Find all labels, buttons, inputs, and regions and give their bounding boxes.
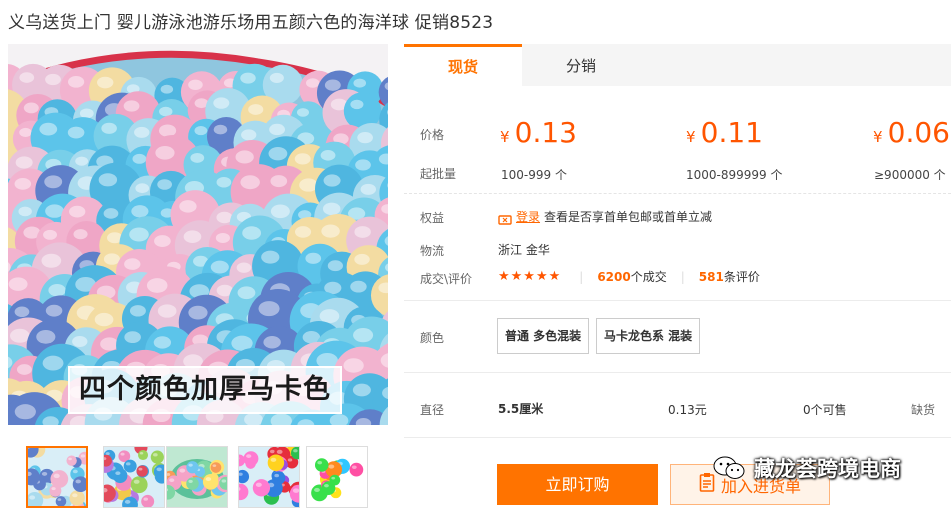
price-tier-3: ¥ 0.06 (873, 116, 950, 149)
divider (404, 300, 951, 301)
benefits-row: 登录 查看是否享首单包邮或首单立减 (498, 208, 712, 225)
watermark-text: 藏龙荟跨境电商 (754, 457, 901, 481)
spec-status: 缺货 (911, 403, 936, 417)
spec-label: 直径 (420, 403, 445, 417)
thumb-bright-balls[interactable] (238, 446, 300, 508)
coupon-icon (498, 211, 512, 225)
reviews-count[interactable]: 581 (699, 270, 724, 284)
thumb-neon-balls[interactable] (306, 446, 368, 508)
moq-label: 起批量 (420, 167, 457, 181)
thumb-ball-pool[interactable] (166, 446, 228, 508)
divider (404, 372, 951, 373)
price-value: 0.11 (700, 116, 763, 149)
deal-review-row: ★★★★★ | 6200 个成交 | 581 条评价 (498, 268, 760, 285)
price-label: 价格 (420, 128, 445, 142)
separator: | (579, 269, 584, 284)
reviews-suffix: 条评价 (723, 270, 760, 284)
page-title: 义乌送货上门 婴儿游泳池游乐场用五颜六色的海洋球 促销8523 (8, 13, 494, 33)
tab-distribution[interactable]: 分销 (522, 44, 640, 86)
spec-price: 0.13元 (668, 403, 707, 417)
color-option-multi[interactable]: 普通 多色混装 (497, 318, 590, 354)
price-value: 0.06 (887, 116, 950, 149)
currency-symbol: ¥ (500, 128, 510, 146)
separator: | (680, 269, 685, 284)
color-label: 颜色 (420, 331, 445, 345)
deals-suffix: 个成交 (630, 270, 667, 284)
price-tier-3-qty: ≥900000 个 (874, 168, 946, 182)
deals-count[interactable]: 6200 (597, 270, 630, 284)
divider (404, 437, 951, 438)
price-tier-2: ¥ 0.11 (686, 116, 763, 149)
logistics-value: 浙江 金华 (498, 243, 550, 257)
image-caption: 四个颜色加厚马卡色 (68, 366, 342, 414)
price-tier-2-qty: 1000-899999 个 (686, 168, 783, 182)
currency-symbol: ¥ (686, 128, 696, 146)
thumb-pastel-balls[interactable] (26, 446, 88, 508)
divider (404, 193, 951, 194)
spec-size: 5.5厘米 (498, 402, 544, 416)
watermark: 藏龙荟跨境电商 (712, 448, 901, 488)
buy-now-button[interactable]: 立即订购 (497, 464, 658, 505)
color-option-macaron[interactable]: 马卡龙色系 混装 (596, 318, 701, 354)
login-link[interactable]: 登录 (516, 208, 540, 225)
deal-review-label: 成交\评价 (420, 272, 473, 286)
benefits-text: 查看是否享首单包邮或首单立减 (544, 210, 713, 224)
price-tier-1: ¥ 0.13 (500, 116, 577, 149)
benefits-label: 权益 (420, 211, 445, 225)
spec-stock: 0个可售 (803, 403, 847, 417)
purchase-tabs: 现货 分销 (404, 44, 951, 86)
price-tier-1-qty: 100-999 个 (501, 168, 567, 182)
rating-stars-icon: ★★★★★ (498, 269, 562, 284)
tab-in-stock[interactable]: 现货 (404, 44, 522, 86)
currency-symbol: ¥ (873, 128, 883, 146)
main-product-image[interactable]: 四个颜色加厚马卡色 (8, 44, 388, 425)
price-value: 0.13 (514, 116, 577, 149)
wechat-icon (712, 455, 746, 481)
thumb-mixed-balls[interactable] (103, 446, 165, 508)
logistics-label: 物流 (420, 244, 445, 258)
